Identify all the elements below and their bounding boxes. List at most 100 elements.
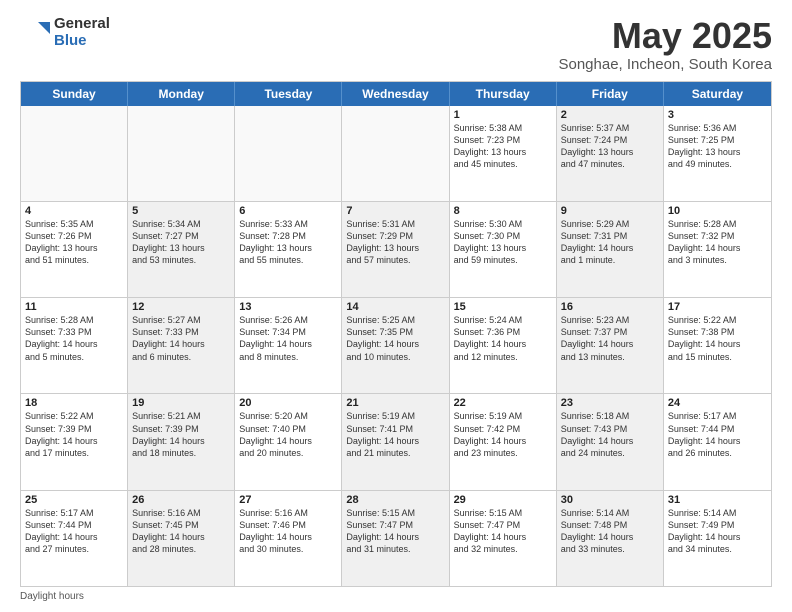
day-number-11: 11 <box>25 301 123 313</box>
day-number-4: 4 <box>25 205 123 217</box>
day-number-9: 9 <box>561 205 659 217</box>
day-info-22: Sunrise: 5:19 AM Sunset: 7:42 PM Dayligh… <box>454 410 552 459</box>
day-number-14: 14 <box>346 301 444 313</box>
day-number-7: 7 <box>346 205 444 217</box>
page: General Blue May 2025 Songhae, Incheon, … <box>0 0 792 612</box>
day-info-9: Sunrise: 5:29 AM Sunset: 7:31 PM Dayligh… <box>561 218 659 267</box>
day-cell-25: 25Sunrise: 5:17 AM Sunset: 7:44 PM Dayli… <box>21 491 128 586</box>
day-number-24: 24 <box>668 397 767 409</box>
day-number-6: 6 <box>239 205 337 217</box>
day-info-25: Sunrise: 5:17 AM Sunset: 7:44 PM Dayligh… <box>25 507 123 556</box>
day-number-12: 12 <box>132 301 230 313</box>
day-cell-5: 5Sunrise: 5:34 AM Sunset: 7:27 PM Daylig… <box>128 202 235 297</box>
week-row-3: 11Sunrise: 5:28 AM Sunset: 7:33 PM Dayli… <box>21 297 771 393</box>
day-number-8: 8 <box>454 205 552 217</box>
day-info-20: Sunrise: 5:20 AM Sunset: 7:40 PM Dayligh… <box>239 410 337 459</box>
day-info-7: Sunrise: 5:31 AM Sunset: 7:29 PM Dayligh… <box>346 218 444 267</box>
day-info-11: Sunrise: 5:28 AM Sunset: 7:33 PM Dayligh… <box>25 314 123 363</box>
day-cell-28: 28Sunrise: 5:15 AM Sunset: 7:47 PM Dayli… <box>342 491 449 586</box>
title-block: May 2025 Songhae, Incheon, South Korea <box>558 16 772 73</box>
day-info-19: Sunrise: 5:21 AM Sunset: 7:39 PM Dayligh… <box>132 410 230 459</box>
week-row-2: 4Sunrise: 5:35 AM Sunset: 7:26 PM Daylig… <box>21 201 771 297</box>
day-number-28: 28 <box>346 494 444 506</box>
day-cell-7: 7Sunrise: 5:31 AM Sunset: 7:29 PM Daylig… <box>342 202 449 297</box>
day-info-12: Sunrise: 5:27 AM Sunset: 7:33 PM Dayligh… <box>132 314 230 363</box>
day-cell-20: 20Sunrise: 5:20 AM Sunset: 7:40 PM Dayli… <box>235 394 342 489</box>
day-info-29: Sunrise: 5:15 AM Sunset: 7:47 PM Dayligh… <box>454 507 552 556</box>
day-cell-15: 15Sunrise: 5:24 AM Sunset: 7:36 PM Dayli… <box>450 298 557 393</box>
day-cell-26: 26Sunrise: 5:16 AM Sunset: 7:45 PM Dayli… <box>128 491 235 586</box>
day-cell-4: 4Sunrise: 5:35 AM Sunset: 7:26 PM Daylig… <box>21 202 128 297</box>
day-info-8: Sunrise: 5:30 AM Sunset: 7:30 PM Dayligh… <box>454 218 552 267</box>
day-cell-19: 19Sunrise: 5:21 AM Sunset: 7:39 PM Dayli… <box>128 394 235 489</box>
day-number-2: 2 <box>561 109 659 121</box>
footer: Daylight hours <box>20 591 772 602</box>
day-info-4: Sunrise: 5:35 AM Sunset: 7:26 PM Dayligh… <box>25 218 123 267</box>
day-number-1: 1 <box>454 109 552 121</box>
day-cell-8: 8Sunrise: 5:30 AM Sunset: 7:30 PM Daylig… <box>450 202 557 297</box>
day-info-23: Sunrise: 5:18 AM Sunset: 7:43 PM Dayligh… <box>561 410 659 459</box>
day-info-28: Sunrise: 5:15 AM Sunset: 7:47 PM Dayligh… <box>346 507 444 556</box>
day-number-5: 5 <box>132 205 230 217</box>
header-day-friday: Friday <box>557 82 664 106</box>
daylight-label: Daylight hours <box>20 591 84 602</box>
week-row-5: 25Sunrise: 5:17 AM Sunset: 7:44 PM Dayli… <box>21 490 771 586</box>
day-number-27: 27 <box>239 494 337 506</box>
empty-cell-w0c2 <box>235 106 342 201</box>
logo-svg <box>20 18 50 48</box>
header: General Blue May 2025 Songhae, Incheon, … <box>20 16 772 73</box>
logo: General Blue <box>20 16 110 49</box>
day-cell-23: 23Sunrise: 5:18 AM Sunset: 7:43 PM Dayli… <box>557 394 664 489</box>
day-info-26: Sunrise: 5:16 AM Sunset: 7:45 PM Dayligh… <box>132 507 230 556</box>
empty-cell-w0c1 <box>128 106 235 201</box>
day-cell-12: 12Sunrise: 5:27 AM Sunset: 7:33 PM Dayli… <box>128 298 235 393</box>
day-info-24: Sunrise: 5:17 AM Sunset: 7:44 PM Dayligh… <box>668 410 767 459</box>
day-info-13: Sunrise: 5:26 AM Sunset: 7:34 PM Dayligh… <box>239 314 337 363</box>
day-number-19: 19 <box>132 397 230 409</box>
day-cell-18: 18Sunrise: 5:22 AM Sunset: 7:39 PM Dayli… <box>21 394 128 489</box>
day-number-10: 10 <box>668 205 767 217</box>
empty-cell-w0c3 <box>342 106 449 201</box>
logo-blue-text: Blue <box>54 33 110 50</box>
day-cell-2: 2Sunrise: 5:37 AM Sunset: 7:24 PM Daylig… <box>557 106 664 201</box>
day-info-31: Sunrise: 5:14 AM Sunset: 7:49 PM Dayligh… <box>668 507 767 556</box>
day-cell-24: 24Sunrise: 5:17 AM Sunset: 7:44 PM Dayli… <box>664 394 771 489</box>
day-cell-3: 3Sunrise: 5:36 AM Sunset: 7:25 PM Daylig… <box>664 106 771 201</box>
subtitle: Songhae, Incheon, South Korea <box>558 56 772 73</box>
day-cell-11: 11Sunrise: 5:28 AM Sunset: 7:33 PM Dayli… <box>21 298 128 393</box>
day-cell-13: 13Sunrise: 5:26 AM Sunset: 7:34 PM Dayli… <box>235 298 342 393</box>
day-info-27: Sunrise: 5:16 AM Sunset: 7:46 PM Dayligh… <box>239 507 337 556</box>
day-number-31: 31 <box>668 494 767 506</box>
day-info-14: Sunrise: 5:25 AM Sunset: 7:35 PM Dayligh… <box>346 314 444 363</box>
calendar: SundayMondayTuesdayWednesdayThursdayFrid… <box>20 81 772 587</box>
day-info-1: Sunrise: 5:38 AM Sunset: 7:23 PM Dayligh… <box>454 122 552 171</box>
day-cell-10: 10Sunrise: 5:28 AM Sunset: 7:32 PM Dayli… <box>664 202 771 297</box>
header-day-tuesday: Tuesday <box>235 82 342 106</box>
day-cell-14: 14Sunrise: 5:25 AM Sunset: 7:35 PM Dayli… <box>342 298 449 393</box>
empty-cell-w0c0 <box>21 106 128 201</box>
logo-text: General Blue <box>54 16 110 49</box>
day-info-17: Sunrise: 5:22 AM Sunset: 7:38 PM Dayligh… <box>668 314 767 363</box>
day-cell-30: 30Sunrise: 5:14 AM Sunset: 7:48 PM Dayli… <box>557 491 664 586</box>
header-day-saturday: Saturday <box>664 82 771 106</box>
day-number-25: 25 <box>25 494 123 506</box>
day-number-17: 17 <box>668 301 767 313</box>
day-cell-1: 1Sunrise: 5:38 AM Sunset: 7:23 PM Daylig… <box>450 106 557 201</box>
day-number-26: 26 <box>132 494 230 506</box>
day-cell-21: 21Sunrise: 5:19 AM Sunset: 7:41 PM Dayli… <box>342 394 449 489</box>
day-number-23: 23 <box>561 397 659 409</box>
day-number-16: 16 <box>561 301 659 313</box>
week-row-1: 1Sunrise: 5:38 AM Sunset: 7:23 PM Daylig… <box>21 106 771 201</box>
day-number-3: 3 <box>668 109 767 121</box>
day-cell-27: 27Sunrise: 5:16 AM Sunset: 7:46 PM Dayli… <box>235 491 342 586</box>
day-info-10: Sunrise: 5:28 AM Sunset: 7:32 PM Dayligh… <box>668 218 767 267</box>
day-info-5: Sunrise: 5:34 AM Sunset: 7:27 PM Dayligh… <box>132 218 230 267</box>
day-info-30: Sunrise: 5:14 AM Sunset: 7:48 PM Dayligh… <box>561 507 659 556</box>
day-number-20: 20 <box>239 397 337 409</box>
day-number-30: 30 <box>561 494 659 506</box>
day-cell-16: 16Sunrise: 5:23 AM Sunset: 7:37 PM Dayli… <box>557 298 664 393</box>
header-day-wednesday: Wednesday <box>342 82 449 106</box>
day-cell-17: 17Sunrise: 5:22 AM Sunset: 7:38 PM Dayli… <box>664 298 771 393</box>
day-info-2: Sunrise: 5:37 AM Sunset: 7:24 PM Dayligh… <box>561 122 659 171</box>
day-cell-9: 9Sunrise: 5:29 AM Sunset: 7:31 PM Daylig… <box>557 202 664 297</box>
